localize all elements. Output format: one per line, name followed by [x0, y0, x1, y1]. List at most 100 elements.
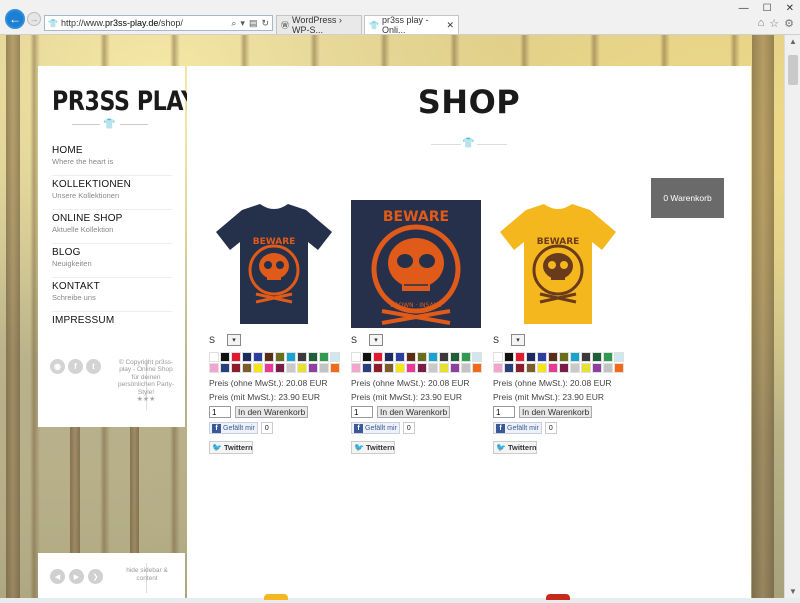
color-swatch[interactable]: [286, 363, 296, 373]
refresh-icon[interactable]: ↻: [261, 18, 269, 29]
color-swatch[interactable]: [493, 352, 503, 362]
size-select[interactable]: ▾: [227, 334, 241, 346]
menu-item-online-shop[interactable]: ONLINE SHOP Aktuelle Kollektion: [52, 210, 172, 244]
color-swatch[interactable]: [515, 363, 525, 373]
color-swatch[interactable]: [242, 363, 252, 373]
add-to-cart-button[interactable]: In den Warenkorb: [519, 406, 593, 418]
scroll-up-icon[interactable]: ▲: [789, 37, 797, 46]
vertical-scrollbar[interactable]: ▲ ▼: [784, 35, 800, 598]
color-swatch[interactable]: [384, 363, 394, 373]
size-select[interactable]: ▾: [369, 334, 383, 346]
color-swatch[interactable]: [406, 363, 416, 373]
forward-button[interactable]: →: [27, 12, 41, 26]
menu-item-kontakt[interactable]: KONTAKT Schreibe uns: [52, 278, 172, 312]
color-swatch[interactable]: [548, 363, 558, 373]
color-swatch[interactable]: [275, 352, 285, 362]
compat-view-icon[interactable]: ▤: [249, 18, 258, 29]
color-swatch[interactable]: [220, 363, 230, 373]
color-swatch[interactable]: [406, 352, 416, 362]
color-swatch[interactable]: [428, 363, 438, 373]
menu-item-blog[interactable]: BLOG Neuigkeiten: [52, 244, 172, 278]
hide-sidebar-link[interactable]: hide sidebar & content: [118, 567, 176, 583]
color-swatch[interactable]: [209, 352, 219, 362]
color-swatch[interactable]: [209, 363, 219, 373]
color-swatch[interactable]: [570, 363, 580, 373]
quantity-input[interactable]: [209, 406, 231, 418]
color-swatch[interactable]: [570, 352, 580, 362]
color-swatch[interactable]: [537, 363, 547, 373]
color-swatch[interactable]: [264, 352, 274, 362]
color-swatch[interactable]: [504, 363, 514, 373]
color-swatch[interactable]: [592, 363, 602, 373]
quantity-input[interactable]: [351, 406, 373, 418]
color-swatch[interactable]: [395, 363, 405, 373]
color-swatch[interactable]: [297, 352, 307, 362]
facebook-like-button[interactable]: f Gefällt mir: [351, 422, 400, 434]
size-select[interactable]: ▾: [511, 334, 525, 346]
rss-icon[interactable]: ◉: [50, 359, 65, 374]
color-swatch[interactable]: [537, 352, 547, 362]
close-tab-icon[interactable]: ✕: [446, 20, 454, 31]
color-swatch[interactable]: [264, 363, 274, 373]
scrollbar-thumb[interactable]: [788, 55, 798, 85]
play-icon[interactable]: ▶: [69, 569, 84, 584]
add-to-cart-button[interactable]: In den Warenkorb: [377, 406, 451, 418]
color-swatch[interactable]: [242, 352, 252, 362]
color-swatch[interactable]: [417, 352, 427, 362]
minimize-icon[interactable]: —: [739, 3, 749, 14]
color-swatch[interactable]: [439, 363, 449, 373]
color-swatch[interactable]: [319, 352, 329, 362]
color-swatch[interactable]: [362, 352, 372, 362]
color-swatch[interactable]: [275, 363, 285, 373]
product-image[interactable]: BEWARE: [493, 200, 623, 328]
color-swatch[interactable]: [504, 352, 514, 362]
color-swatch[interactable]: [559, 363, 569, 373]
tweet-button[interactable]: 🐦 Twittern: [493, 441, 537, 454]
color-swatch[interactable]: [286, 352, 296, 362]
search-icon[interactable]: ⌕: [231, 18, 236, 29]
color-swatch[interactable]: [362, 363, 372, 373]
close-window-icon[interactable]: ✕: [786, 3, 794, 14]
color-swatch[interactable]: [461, 352, 471, 362]
color-swatch[interactable]: [373, 352, 383, 362]
settings-gear-icon[interactable]: ⚙: [784, 17, 794, 30]
color-swatch[interactable]: [351, 363, 361, 373]
color-swatch[interactable]: [493, 363, 503, 373]
home-icon[interactable]: ⌂: [758, 17, 765, 30]
tweet-button[interactable]: 🐦 Twittern: [351, 441, 395, 454]
color-swatch[interactable]: [603, 352, 613, 362]
menu-item-home[interactable]: HOME Where the heart is: [52, 142, 172, 176]
color-swatch[interactable]: [417, 363, 427, 373]
menu-item-kollektionen[interactable]: KOLLEKTIONEN Unsere Kollektionen: [52, 176, 172, 210]
add-to-cart-button[interactable]: In den Warenkorb: [235, 406, 309, 418]
color-swatch[interactable]: [592, 352, 602, 362]
next-arrow-icon[interactable]: ❯: [88, 569, 103, 584]
previous-arrow-icon[interactable]: ◀: [50, 569, 65, 584]
facebook-icon[interactable]: f: [68, 359, 83, 374]
color-swatch[interactable]: [428, 352, 438, 362]
color-swatch[interactable]: [373, 363, 383, 373]
facebook-like-button[interactable]: f Gefällt mir: [493, 422, 542, 434]
color-swatch[interactable]: [472, 352, 482, 362]
maximize-icon[interactable]: ☐: [763, 3, 772, 14]
color-swatch[interactable]: [581, 352, 591, 362]
color-swatch[interactable]: [330, 363, 340, 373]
product-image[interactable]: BEWARE: [209, 200, 339, 328]
color-swatch[interactable]: [472, 363, 482, 373]
color-swatch[interactable]: [308, 352, 318, 362]
color-swatch[interactable]: [450, 352, 460, 362]
color-swatch[interactable]: [395, 352, 405, 362]
color-swatch[interactable]: [231, 352, 241, 362]
color-swatch[interactable]: [581, 363, 591, 373]
color-swatch[interactable]: [351, 352, 361, 362]
color-swatch[interactable]: [384, 352, 394, 362]
color-swatch[interactable]: [220, 352, 230, 362]
favorites-star-icon[interactable]: ☆: [769, 17, 779, 30]
color-swatch[interactable]: [319, 363, 329, 373]
color-swatch[interactable]: [526, 363, 536, 373]
color-swatch[interactable]: [461, 363, 471, 373]
color-swatch[interactable]: [297, 363, 307, 373]
color-swatch[interactable]: [614, 352, 624, 362]
color-swatch[interactable]: [548, 352, 558, 362]
color-swatch[interactable]: [603, 363, 613, 373]
